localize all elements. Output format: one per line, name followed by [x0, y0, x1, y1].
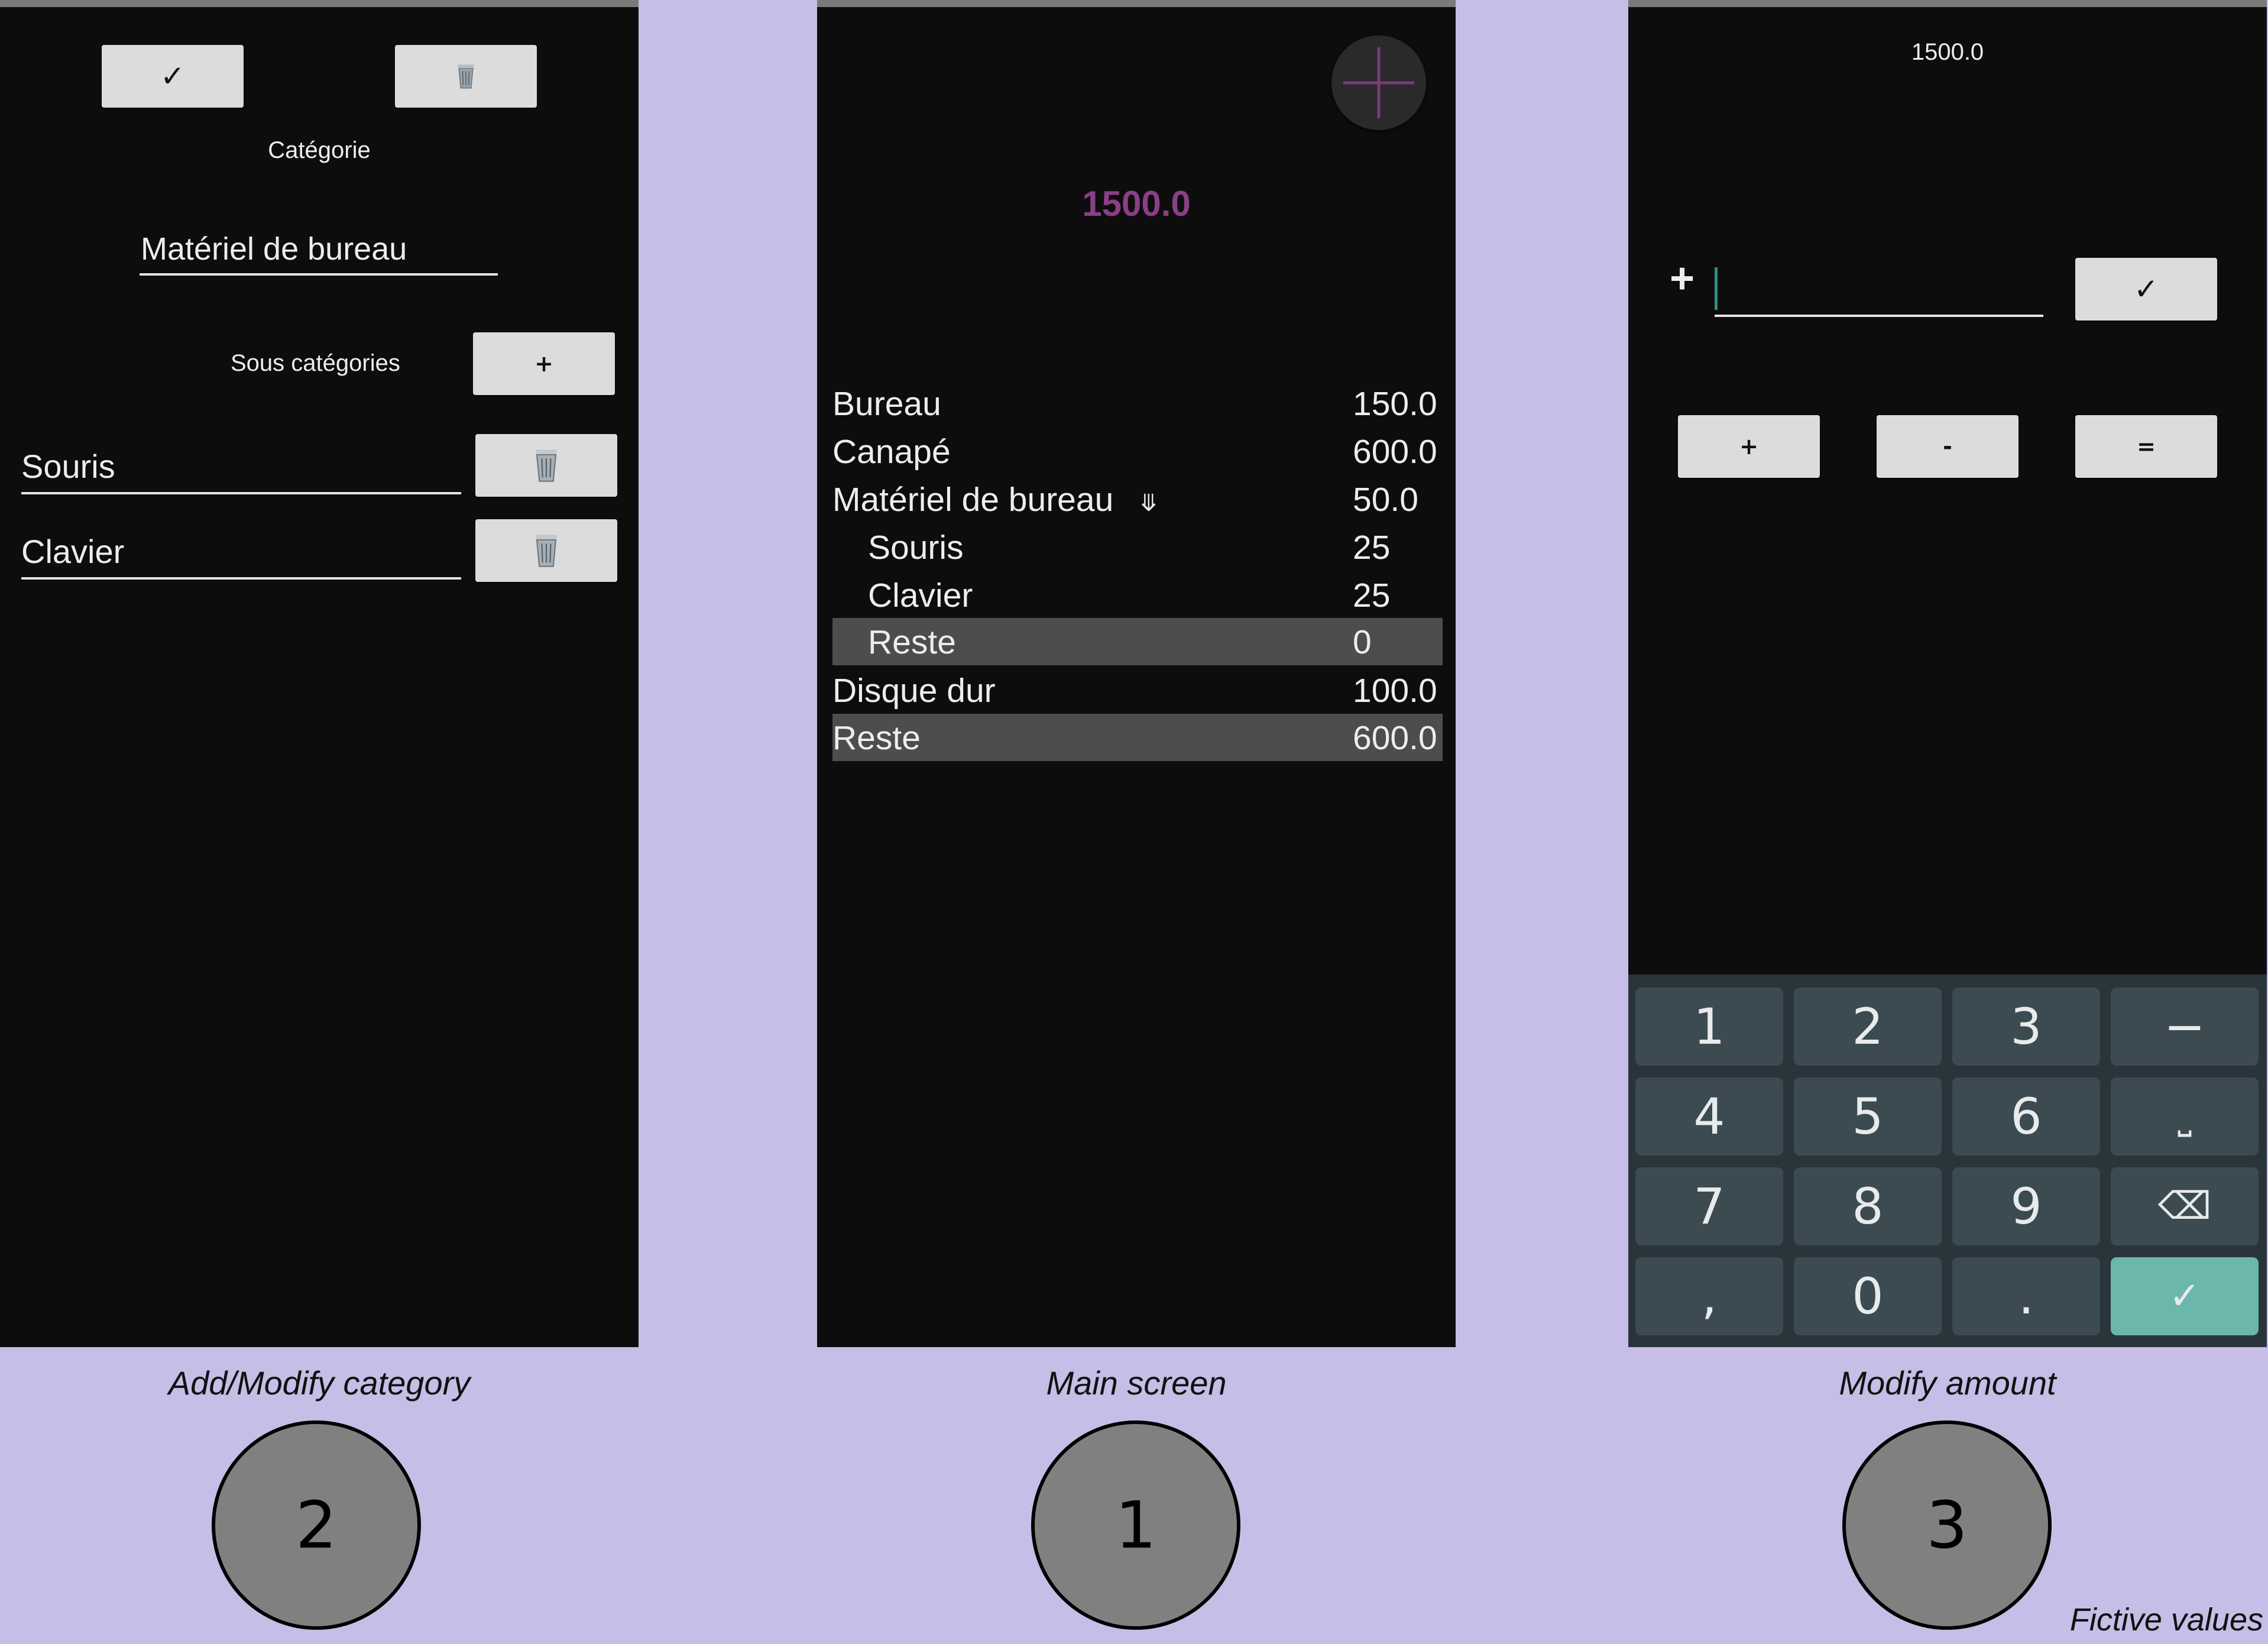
- list-subitem[interactable]: Clavier 25: [832, 571, 1443, 619]
- key-comma[interactable]: ,: [1635, 1257, 1783, 1335]
- minus-label: -: [1943, 433, 1952, 459]
- equals-operation-button[interactable]: =: [2075, 415, 2217, 478]
- step-badge-3: 3: [1842, 1420, 2052, 1630]
- expand-arrow-icon[interactable]: ⤋: [1139, 490, 1159, 517]
- step-badge-1: 1: [1031, 1420, 1240, 1630]
- item-value: 600.0: [1353, 433, 1437, 471]
- item-name: Matériel de bureau: [832, 481, 1114, 519]
- fictive-values-note: Fictive values: [2069, 1602, 2263, 1637]
- trash-icon: [458, 64, 474, 89]
- trash-icon: [535, 535, 558, 567]
- key-8[interactable]: 8: [1794, 1167, 1942, 1245]
- item-value: 150.0: [1353, 385, 1437, 423]
- item-name: Clavier: [868, 577, 973, 614]
- item-value: 25: [1353, 529, 1391, 567]
- key-5[interactable]: 5: [1794, 1077, 1942, 1156]
- keyboard-done-check-icon[interactable]: ✓: [2111, 1257, 2259, 1335]
- list-item[interactable]: Bureau 150.0: [832, 380, 1443, 427]
- delete-subcategory-button[interactable]: [475, 519, 617, 582]
- subcategories-label: Sous catégories: [231, 350, 400, 376]
- key-minus[interactable]: −: [2111, 988, 2259, 1066]
- list-item[interactable]: Matériel de bureau ⤋ 50.0: [832, 475, 1443, 523]
- add-subcategory-button[interactable]: +: [473, 332, 615, 395]
- item-name: Reste: [832, 719, 921, 757]
- minus-operation-button[interactable]: -: [1877, 415, 2018, 478]
- text-cursor: [1715, 267, 1718, 310]
- key-3[interactable]: 3: [1952, 988, 2100, 1066]
- key-0[interactable]: 0: [1794, 1257, 1942, 1335]
- current-total: 1500.0: [1911, 39, 1984, 65]
- plus-label: +: [1739, 433, 1758, 459]
- key-2[interactable]: 2: [1794, 988, 1942, 1066]
- list-subitem[interactable]: Souris 25: [832, 523, 1443, 571]
- add-category-fab[interactable]: [1331, 35, 1426, 130]
- screen-modify-amount: 1500.0 + ✓ + - = 1 2 3 − 4 5 6 ⎵ 7 8 9 ⌫…: [1628, 0, 2267, 1347]
- item-name: Souris: [868, 529, 964, 567]
- confirm-amount-button[interactable]: ✓: [2075, 258, 2217, 321]
- caption-screen1: Main screen: [1046, 1364, 1227, 1402]
- step-badge-2: 2: [212, 1420, 421, 1630]
- item-value: 600.0: [1353, 719, 1437, 757]
- screen-main: 1500.0 Bureau 150.0 Canapé 600.0 Matérie…: [817, 0, 1456, 1347]
- subcategory-input-souris[interactable]: Souris: [21, 447, 115, 486]
- key-7[interactable]: 7: [1635, 1167, 1783, 1245]
- item-name: Disque dur: [832, 672, 996, 710]
- key-dot[interactable]: .: [1952, 1257, 2100, 1335]
- item-name: Canapé: [832, 433, 951, 471]
- item-value: 100.0: [1353, 672, 1437, 710]
- sign-indicator[interactable]: +: [1670, 254, 1694, 303]
- list-item[interactable]: Disque dur 100.0: [832, 666, 1443, 714]
- list-item-remainder[interactable]: Reste 600.0: [832, 714, 1443, 761]
- numeric-keyboard: 1 2 3 − 4 5 6 ⎵ 7 8 9 ⌫ , 0 . ✓: [1628, 975, 2267, 1347]
- total-amount[interactable]: 1500.0: [817, 183, 1456, 224]
- caption-screen2: Add/Modify category: [168, 1364, 471, 1402]
- check-icon: ✓: [2134, 272, 2159, 306]
- key-4[interactable]: 4: [1635, 1077, 1783, 1156]
- subcategory-underline: [21, 492, 461, 494]
- key-9[interactable]: 9: [1952, 1167, 2100, 1245]
- list-subitem-remainder[interactable]: Reste 0: [832, 618, 1443, 665]
- key-6[interactable]: 6: [1952, 1077, 2100, 1156]
- item-value: 50.0: [1353, 481, 1418, 519]
- item-name: Bureau: [832, 385, 941, 423]
- item-value: 0: [1353, 623, 1372, 661]
- delete-subcategory-button[interactable]: [475, 434, 617, 497]
- space-key-icon[interactable]: ⎵: [2111, 1077, 2259, 1156]
- category-label: Catégorie: [268, 137, 371, 163]
- screen-add-modify-category: ✓ Catégorie Matériel de bureau Sous caté…: [0, 0, 639, 1347]
- caption-screen3: Modify amount: [1839, 1364, 2056, 1402]
- subcategory-underline: [21, 577, 461, 580]
- item-value: 25: [1353, 577, 1391, 614]
- check-icon: ✓: [160, 59, 185, 93]
- amount-input-underline: [1715, 315, 2043, 317]
- trash-icon: [535, 449, 558, 482]
- plus-operation-button[interactable]: +: [1678, 415, 1820, 478]
- delete-category-button[interactable]: [395, 45, 537, 108]
- backspace-key-icon[interactable]: ⌫: [2111, 1167, 2259, 1245]
- key-1[interactable]: 1: [1635, 988, 1783, 1066]
- equals-label: =: [2137, 433, 2156, 459]
- plus-icon: [1343, 47, 1414, 118]
- plus-icon: +: [534, 351, 553, 377]
- subcategory-input-clavier[interactable]: Clavier: [21, 532, 124, 571]
- category-input-underline: [140, 273, 498, 276]
- list-item[interactable]: Canapé 600.0: [832, 428, 1443, 475]
- confirm-button[interactable]: ✓: [102, 45, 244, 108]
- category-name-input[interactable]: Matériel de bureau: [141, 231, 407, 267]
- item-name: Reste: [868, 623, 956, 661]
